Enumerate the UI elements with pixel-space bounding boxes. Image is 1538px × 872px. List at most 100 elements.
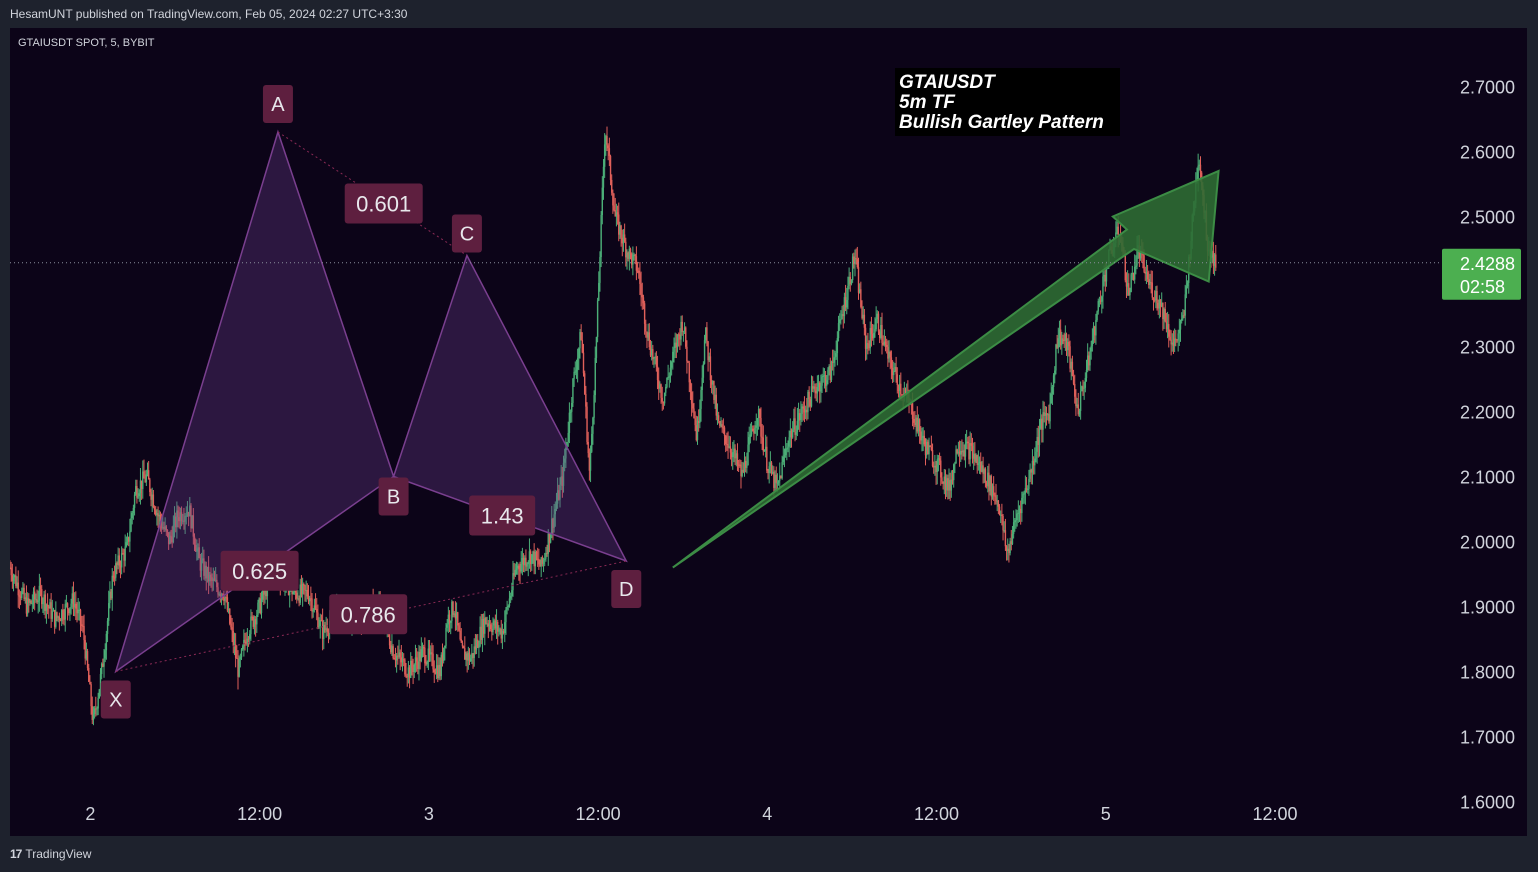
candle-body [572,378,574,403]
candle-body [70,603,72,608]
price-chart[interactable]: 2 12:00 3 12:00 4 12:00 5 12:00 X A B C D 0.601 0.625… [10,28,1527,836]
candle-body [1184,294,1186,316]
candle-body [485,617,487,624]
candle-body [1173,338,1176,346]
candle-body [229,608,231,624]
candle-body [663,392,666,404]
candle-body [1078,410,1081,415]
tradingview-logo[interactable]: 17 TradingView [10,847,91,861]
point-label-b: B [387,487,400,509]
y-tick-label: 1.8000 [1460,663,1515,683]
candle-body [936,459,938,473]
candle-body [776,482,779,484]
candle-body [304,585,306,591]
candle-body [701,377,703,391]
candle-body [661,397,663,402]
candle-body [836,338,839,354]
candle-body [250,616,252,635]
annotation-line: GTAIUSDT [899,72,996,93]
candle-body [670,362,673,368]
x-tick-label: 12:00 [914,804,959,824]
candle-body [149,479,151,493]
candle-body [931,450,934,467]
candle-body [411,660,413,668]
candle-body [538,559,540,565]
candle-body [404,659,406,675]
candle-body [747,444,749,466]
candle-body [893,371,895,376]
candle-body [808,391,810,400]
candle-body [895,366,897,375]
x-tick-label: 2 [85,804,95,824]
candle-body [833,357,835,363]
candle-body [574,371,576,373]
candle-body [685,327,687,347]
candle-body [603,144,606,167]
candle-body [492,625,494,633]
candle-body [802,406,804,409]
candle-body [594,357,596,396]
candle-body [687,361,689,363]
candle-body [90,684,92,707]
candle-body [788,437,790,447]
candle-body [508,598,511,606]
candle-body [602,166,605,188]
candle-body [688,362,690,383]
candle-body [918,419,921,432]
candle-body [452,601,454,615]
candle-body [531,554,533,565]
candle-body [1156,290,1158,303]
candle-body [462,646,465,649]
candle-body [1179,320,1182,330]
candle-body [1095,320,1097,336]
candle-body [64,604,66,620]
candle-body [994,495,996,497]
candle-body [1197,165,1199,179]
candle-body [673,348,675,352]
candle-body [433,669,435,673]
ratio-label: 0.601 [356,192,411,217]
candle-body [1049,403,1051,422]
candle-body [88,668,90,682]
ratio-label: 1.43 [481,504,524,529]
candle-body [950,479,953,491]
candle-body [97,698,99,709]
candle-body [432,653,434,670]
candle-body [1102,276,1104,297]
y-tick-label: 1.6000 [1460,793,1515,813]
candle-body [810,386,813,407]
candle-body [721,424,723,428]
candle-body [686,346,688,362]
candle-body [783,455,786,457]
candle-body [596,300,599,337]
candle-body [498,630,500,632]
candle-body [1164,308,1166,322]
candle-body [715,394,718,416]
y-tick-label: 2.7000 [1460,78,1515,98]
candle-body [567,432,569,443]
candle-body [241,646,244,650]
candle-body [118,555,120,566]
candle-body [240,649,243,658]
candle-body [648,332,651,348]
candle-body [420,649,423,662]
candle-body [873,332,875,339]
candle-body [247,638,250,640]
candle-body [632,254,634,265]
y-tick-label: 2.6000 [1460,143,1515,163]
candle-body [314,605,317,609]
candle-body [1180,318,1183,321]
candle-body [796,420,799,432]
candle-body [103,658,105,667]
candle-body [1185,286,1188,295]
y-tick-label: 1.9000 [1460,598,1515,618]
candle-body [599,257,601,283]
candle-body [1143,255,1145,272]
candle-body [929,445,931,448]
candle-body [655,356,658,367]
candle-body [1084,378,1087,388]
candle-body [977,463,980,465]
candle-body [238,658,240,677]
candle-body [702,363,705,378]
candle-body [1035,451,1037,459]
